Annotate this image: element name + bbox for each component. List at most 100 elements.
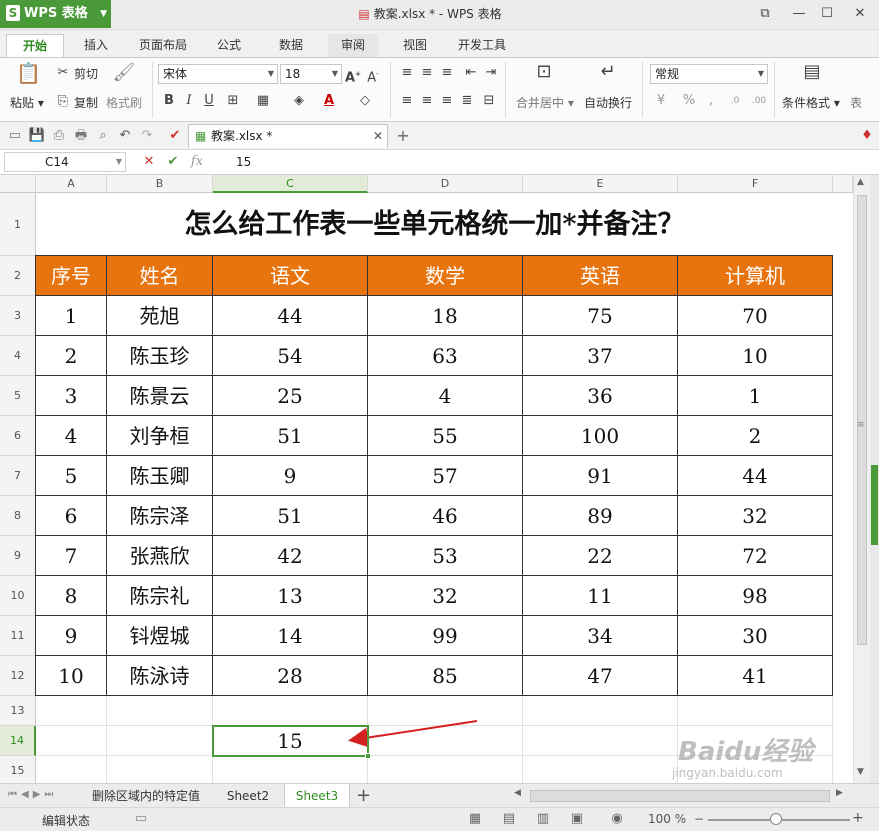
tab-home[interactable]: 开始 [6,34,64,57]
tab-view[interactable]: 视图 [390,34,440,57]
justify-icon[interactable]: ≣ [458,92,476,110]
reading-mode-icon[interactable]: ▣ [568,810,586,828]
scroll-right-icon[interactable]: ▶ [836,788,843,798]
tab-page-layout[interactable]: 页面布局 [130,34,196,57]
font-size-select[interactable]: 18 ▼ [280,64,342,84]
normal-view-icon[interactable]: ▦ [466,810,484,828]
close-tab-icon[interactable]: ✕ [373,125,383,147]
add-sheet-icon[interactable]: + [356,784,371,808]
align-top-icon[interactable]: ≡ [398,64,416,82]
increase-decimal-icon[interactable]: .0 [726,92,744,110]
format-painter-button[interactable]: 格式刷 [106,94,142,111]
cancel-icon[interactable]: ✕ [140,153,158,171]
copy-button[interactable]: 复制 [74,94,98,111]
save-icon[interactable]: 💾 [28,127,46,145]
format-painter-icon[interactable]: 🖌 [112,64,136,88]
number-format-select[interactable]: 常规 ▼ [650,64,768,84]
tab-review[interactable]: 审阅 [328,34,378,57]
sheet-tab-sheet2[interactable]: Sheet2 [216,784,280,808]
merge-center-button[interactable]: 合并居中 ▾ [516,94,574,111]
decrease-font-icon[interactable]: A- [364,65,382,85]
scroll-up-icon[interactable]: ▲ [857,177,864,187]
restore-ribbon-icon[interactable]: ⧉ [754,3,776,25]
align-left-icon[interactable]: ≡ [398,92,416,110]
tab-insert[interactable]: 插入 [70,34,122,57]
export-icon[interactable]: ⎙ [50,127,68,145]
folder-icon[interactable]: ▭ [6,127,24,145]
scroll-left-icon[interactable]: ◀ [514,788,521,798]
thousands-icon[interactable]: , [702,92,720,110]
zoom-out-icon[interactable]: − [694,812,704,826]
vertical-scrollbar[interactable]: ▲ ≡ ▼ [853,175,870,783]
paste-button[interactable]: 粘贴 ▾ [10,94,44,111]
outdent-icon[interactable]: ⇤ [462,64,480,82]
conditional-format-icon[interactable]: ▤ [800,63,824,87]
print-icon[interactable]: 🖶 [72,127,90,145]
font-name-select[interactable]: 宋体 ▼ [158,64,278,84]
sheet-tab-delete-values[interactable]: 删除区域内的特定值 [82,784,210,808]
italic-icon[interactable]: I [180,92,198,110]
tab-formulas[interactable]: 公式 [204,34,254,57]
selected-cell[interactable] [212,725,369,757]
align-bottom-icon[interactable]: ≡ [438,64,456,82]
fill-handle[interactable] [365,753,371,759]
conditional-format-button[interactable]: 条件格式 ▾ [782,94,840,111]
side-panel-toggle[interactable] [871,465,878,545]
scissors-icon[interactable]: ✂ [54,64,72,82]
formula-input[interactable]: 15 [236,152,856,172]
wps-logo-icon: S [6,5,20,21]
scroll-down-icon[interactable]: ▼ [857,767,864,777]
underline-icon[interactable]: U [200,92,218,110]
merge-border-icon[interactable]: ▦ [254,92,272,110]
eye-protect-icon[interactable]: ◉ [608,810,626,828]
watermark-url: jingyan.baidu.com [672,766,783,780]
paste-icon[interactable]: 📋 [16,63,41,88]
zoom-in-icon[interactable]: + [852,810,864,826]
new-tab-icon[interactable]: + [394,127,412,145]
clear-format-icon[interactable]: ◇ [356,92,374,110]
app-menu-button[interactable]: S WPS 表格 ▼ [0,0,111,28]
border-icon[interactable]: ⊞ [224,92,242,110]
fill-color-icon[interactable]: ◈ [290,92,308,110]
tab-developer[interactable]: 开发工具 [450,34,514,57]
page-break-icon[interactable]: ▤ [500,810,518,828]
maximize-button[interactable]: ☐ [816,3,838,25]
percent-icon[interactable]: % [680,92,698,110]
name-box[interactable]: C14 ▼ [4,152,126,172]
wrap-text-icon[interactable]: ↵ [596,63,620,87]
increase-font-icon[interactable]: A+ [344,65,362,85]
font-color-icon[interactable]: A [320,92,338,110]
document-tab[interactable]: ▦ 教案.xlsx * ✕ [188,124,388,148]
wrap-text-button[interactable]: 自动换行 [584,94,632,111]
print-preview-icon[interactable]: ⌕ [94,127,112,145]
merge-center-icon[interactable]: ⊡ [532,63,556,87]
indent-icon[interactable]: ⇥ [482,64,500,82]
copy-icon[interactable]: ⎘ [54,93,72,111]
record-macro-icon[interactable]: ▭ [132,810,150,828]
sheet-tab-sheet3[interactable]: Sheet3 [284,784,350,808]
redo-icon[interactable]: ↷ [138,127,156,145]
decrease-decimal-icon[interactable]: .00 [750,92,768,110]
cut-button[interactable]: 剪切 [74,65,98,82]
align-right-icon[interactable]: ≡ [438,92,456,110]
zoom-slider-handle[interactable] [770,813,782,825]
page-layout-icon[interactable]: ▥ [534,810,552,828]
distributed-icon[interactable]: ⊟ [480,92,498,110]
align-middle-icon[interactable]: ≡ [418,64,436,82]
undo-icon[interactable]: ↶ [116,127,134,145]
pin-icon[interactable]: ✔ [166,127,184,145]
help-icon[interactable]: ♦ [858,127,876,145]
confirm-icon[interactable]: ✔ [164,153,182,171]
sheet-grid[interactable]: ABCDEF 1 2 3 4 5 6 7 8 9 10 11 12 13 14 15 序号 姓名 语文 数学 英语计… [0,175,853,783]
table-style-button[interactable]: 表 [850,94,862,111]
app-name: WPS 表格 [24,6,88,21]
sheet-nav-icon[interactable]: ⏮◀▶⏭ [8,789,57,800]
horizontal-scroll-thumb[interactable] [530,790,830,802]
tab-data[interactable]: 数据 [266,34,316,57]
minimize-button[interactable]: — [788,3,810,25]
function-icon[interactable]: fx [188,153,206,171]
close-button[interactable]: ✕ [849,3,871,25]
align-center-icon[interactable]: ≡ [418,92,436,110]
bold-icon[interactable]: B [160,92,178,110]
currency-icon[interactable]: ¥ [652,92,670,110]
